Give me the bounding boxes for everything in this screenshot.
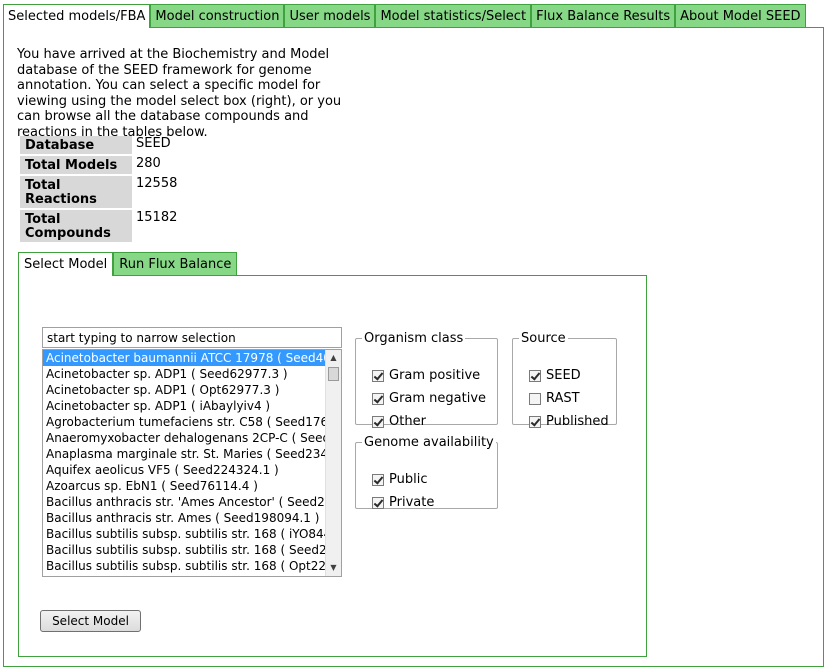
checkbox-gram-positive-box[interactable] [372,369,384,382]
checkbox-other-box[interactable] [372,415,384,428]
list-item[interactable]: Anaeromyxobacter dehalogenans 2CP-C ( Se… [43,430,326,446]
stats-key: Total Reactions [20,176,132,208]
tab-selected-models-fba[interactable]: Selected models/FBA [3,4,151,28]
checkbox-private[interactable]: Private [372,495,434,510]
checkbox-other[interactable]: Other [372,414,426,429]
checkbox-label: Gram negative [389,391,487,406]
genome-availability-group: Genome availability Public Private [355,435,498,510]
list-item[interactable]: Bacillus subtilis subsp. subtilis str. 1… [43,526,326,542]
tab-run-flux-balance[interactable]: Run Flux Balance [113,252,238,275]
tab-model-statistics-select[interactable]: Model statistics/Select [375,4,532,27]
list-item[interactable]: Acinetobacter sp. ADP1 ( Seed62977.3 ) [43,366,326,382]
list-item[interactable]: Agrobacterium tumefaciens str. C58 ( See… [43,414,326,430]
list-item[interactable]: Bacillus anthracis str. 'Ames Ancestor' … [43,494,326,510]
scroll-up-icon[interactable]: ▲ [326,350,341,366]
database-stats-table: Database SEED Total Models 280 Total Rea… [20,134,177,244]
genome-availability-legend: Genome availability [364,435,494,450]
list-item[interactable]: Bacillus subtilis subsp. subtilis str. 1… [43,558,326,574]
checkbox-label: Published [546,414,609,429]
list-item[interactable]: Acinetobacter sp. ADP1 ( Opt62977.3 ) [43,382,326,398]
scroll-down-icon[interactable]: ▼ [326,560,341,576]
checkbox-label: Public [389,472,428,487]
stats-row: Total Reactions 12558 [20,176,177,208]
checkbox-label: RAST [546,391,580,406]
list-item[interactable]: Acinetobacter baumannii ATCC 17978 ( See… [43,350,326,366]
checkbox-gram-positive[interactable]: Gram positive [372,368,480,383]
model-list-items: Acinetobacter baumannii ATCC 17978 ( See… [43,350,326,574]
tab-user-models[interactable]: User models [284,4,376,27]
stats-value: 280 [136,156,161,171]
checkbox-published-box[interactable] [529,415,541,428]
tab-about-model-seed[interactable]: About Model SEED [675,4,806,27]
stats-key: Database [20,136,132,154]
checkbox-seed-box[interactable] [529,369,541,382]
model-filter-input[interactable] [42,327,342,348]
stats-key: Total Models [20,156,132,174]
checkbox-private-box[interactable] [372,496,384,509]
scroll-thumb[interactable] [328,367,339,381]
checkbox-gram-negative-box[interactable] [372,392,384,405]
checkbox-seed[interactable]: SEED [529,368,581,383]
tab-flux-balance-results[interactable]: Flux Balance Results [531,4,676,27]
stats-value: 15182 [136,210,178,225]
checkbox-label: Private [389,495,435,510]
stats-row: Total Models 280 [20,156,177,174]
stats-value: 12558 [136,176,178,191]
model-list-scrollbar[interactable]: ▲ ▼ [325,350,341,576]
checkbox-public-box[interactable] [372,473,384,486]
stats-row: Database SEED [20,136,177,154]
stats-row: Total Compounds 15182 [20,210,177,242]
tab-select-model[interactable]: Select Model [18,252,114,276]
organism-class-group: Organism class Gram positive Gram negati… [355,331,498,429]
list-item[interactable]: Bacillus subtilis subsp. subtilis str. 1… [43,542,326,558]
list-item[interactable]: Acinetobacter sp. ADP1 ( iAbaylyiv4 ) [43,398,326,414]
checkbox-label: Other [389,414,426,429]
list-item[interactable]: Bacillus anthracis str. Ames ( Seed19809… [43,510,326,526]
list-item[interactable]: Azoarcus sp. EbN1 ( Seed76114.4 ) [43,478,326,494]
list-item[interactable]: Anaplasma marginale str. St. Maries ( Se… [43,446,326,462]
main-tab-bar: Selected models/FBA Model construction U… [3,4,806,28]
model-list[interactable]: Acinetobacter baumannii ATCC 17978 ( See… [42,349,342,577]
stats-value: SEED [136,136,171,151]
checkbox-label: SEED [546,368,581,383]
checkbox-label: Gram positive [389,368,481,383]
source-legend: Source [521,331,566,346]
intro-text: You have arrived at the Biochemistry and… [17,47,342,140]
stats-key: Total Compounds [20,210,132,242]
select-model-button[interactable]: Select Model [40,610,141,632]
checkbox-rast-box[interactable] [529,392,541,405]
checkbox-public[interactable]: Public [372,472,427,487]
list-item[interactable]: Aquifex aeolicus VF5 ( Seed224324.1 ) [43,462,326,478]
checkbox-published[interactable]: Published [529,414,609,429]
checkbox-gram-negative[interactable]: Gram negative [372,391,486,406]
checkbox-rast[interactable]: RAST [529,391,580,406]
organism-class-legend: Organism class [364,331,464,346]
source-group: Source SEED RAST Published [512,331,617,429]
tab-model-construction[interactable]: Model construction [150,4,285,27]
sub-tab-bar: Select Model Run Flux Balance [18,252,238,276]
